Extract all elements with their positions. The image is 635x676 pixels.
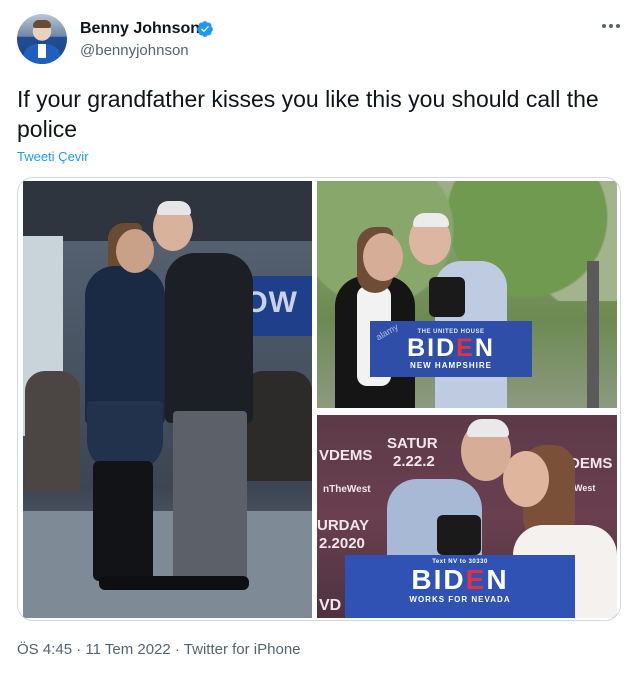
tweet-source[interactable]: Twitter for iPhone	[184, 641, 301, 658]
dot	[602, 24, 606, 28]
person-legs	[93, 461, 153, 581]
person-head	[363, 233, 403, 281]
backdrop-text-bottom: VD	[319, 597, 342, 614]
tweet: Benny Johnson @bennyjohnson If your gran…	[0, 0, 635, 676]
more-options-icon[interactable]	[600, 18, 622, 34]
microphones	[437, 515, 481, 555]
sign-sub-text: WORKS FOR NEVADA	[409, 595, 511, 604]
avatar-hair	[33, 20, 51, 28]
tweet-meta: ÖS 4:45 · 11 Tem 2022 · Twitter for iPho…	[17, 641, 301, 658]
man-hair	[413, 213, 449, 227]
backdrop-text-right: DEMS	[569, 455, 613, 472]
handle[interactable]: @bennyjohnson	[80, 42, 189, 59]
display-name[interactable]: Benny Johnson	[80, 20, 200, 38]
man-hair	[157, 201, 191, 215]
photo-1[interactable]: IOW	[23, 181, 312, 618]
crowd-left	[25, 371, 80, 491]
post	[587, 261, 599, 408]
campaign-sign: Text NV to 30330 BIDEN WORKS FOR NEVADA	[345, 555, 575, 618]
sign-sub-text: NEW HAMPSHIRE	[410, 360, 492, 370]
man-legs	[173, 411, 247, 581]
floor	[23, 511, 312, 618]
avatar[interactable]	[17, 14, 67, 64]
dot	[616, 24, 620, 28]
crowd-right	[243, 371, 312, 481]
man-hair	[467, 419, 509, 437]
tweet-text: If your grandfather kisses you like this…	[17, 86, 599, 142]
photo-3[interactable]: VDEMS SATUR 2.22.2 nTheWest #NV URDAY 2.…	[317, 415, 617, 618]
man-body	[165, 253, 253, 423]
sign-main-text: BIDEN	[411, 564, 509, 595]
shoes	[99, 576, 249, 590]
verified-badge-icon	[197, 21, 213, 37]
translate-link[interactable]: Tweeti Çevir	[17, 149, 89, 164]
photo-2[interactable]: THE UNITED HOUSE BIDEN NEW HAMPSHIRE ala…	[317, 181, 617, 408]
dot	[609, 24, 613, 28]
separator: ·	[72, 641, 86, 658]
person-head	[116, 229, 154, 273]
tweet-time[interactable]: ÖS 4:45	[17, 641, 72, 658]
sign-main-text: BIDEN	[407, 333, 495, 362]
tweet-date[interactable]: 11 Tem 2022	[85, 641, 170, 658]
avatar-shirt	[38, 44, 46, 58]
separator: ·	[170, 641, 184, 658]
media-grid: IOW THE UNITED HOUSE BIDEN NEW HAMPSHIRE…	[17, 177, 621, 621]
microphones	[429, 277, 465, 317]
